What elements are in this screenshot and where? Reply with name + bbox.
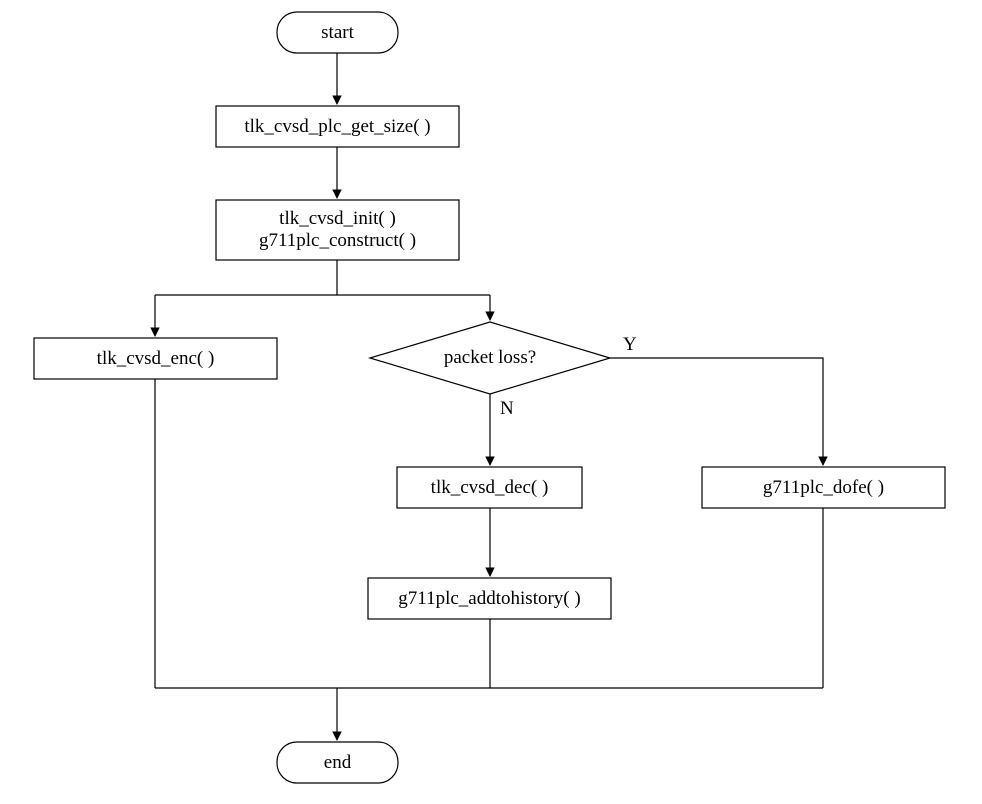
label-init-line1: tlk_cvsd_init( ) xyxy=(279,208,396,230)
edge-decision-dofe xyxy=(610,358,823,465)
label-get-size: tlk_cvsd_plc_get_size( ) xyxy=(216,106,459,147)
label-init: tlk_cvsd_init( ) g711plc_construct( ) xyxy=(216,200,459,260)
label-init-line2: g711plc_construct( ) xyxy=(259,230,416,252)
label-end: end xyxy=(277,742,398,783)
flowchart-svg xyxy=(0,0,982,804)
edge-label-no: N xyxy=(500,398,514,420)
label-start: start xyxy=(277,12,398,53)
label-addhist: g711plc_addtohistory( ) xyxy=(368,578,611,619)
label-dofe: g711plc_dofe( ) xyxy=(702,467,945,508)
label-dec: tlk_cvsd_dec( ) xyxy=(397,467,582,508)
edge-label-yes: Y xyxy=(623,334,637,356)
label-packet-loss: packet loss? xyxy=(370,322,610,394)
label-enc: tlk_cvsd_enc( ) xyxy=(34,338,277,379)
